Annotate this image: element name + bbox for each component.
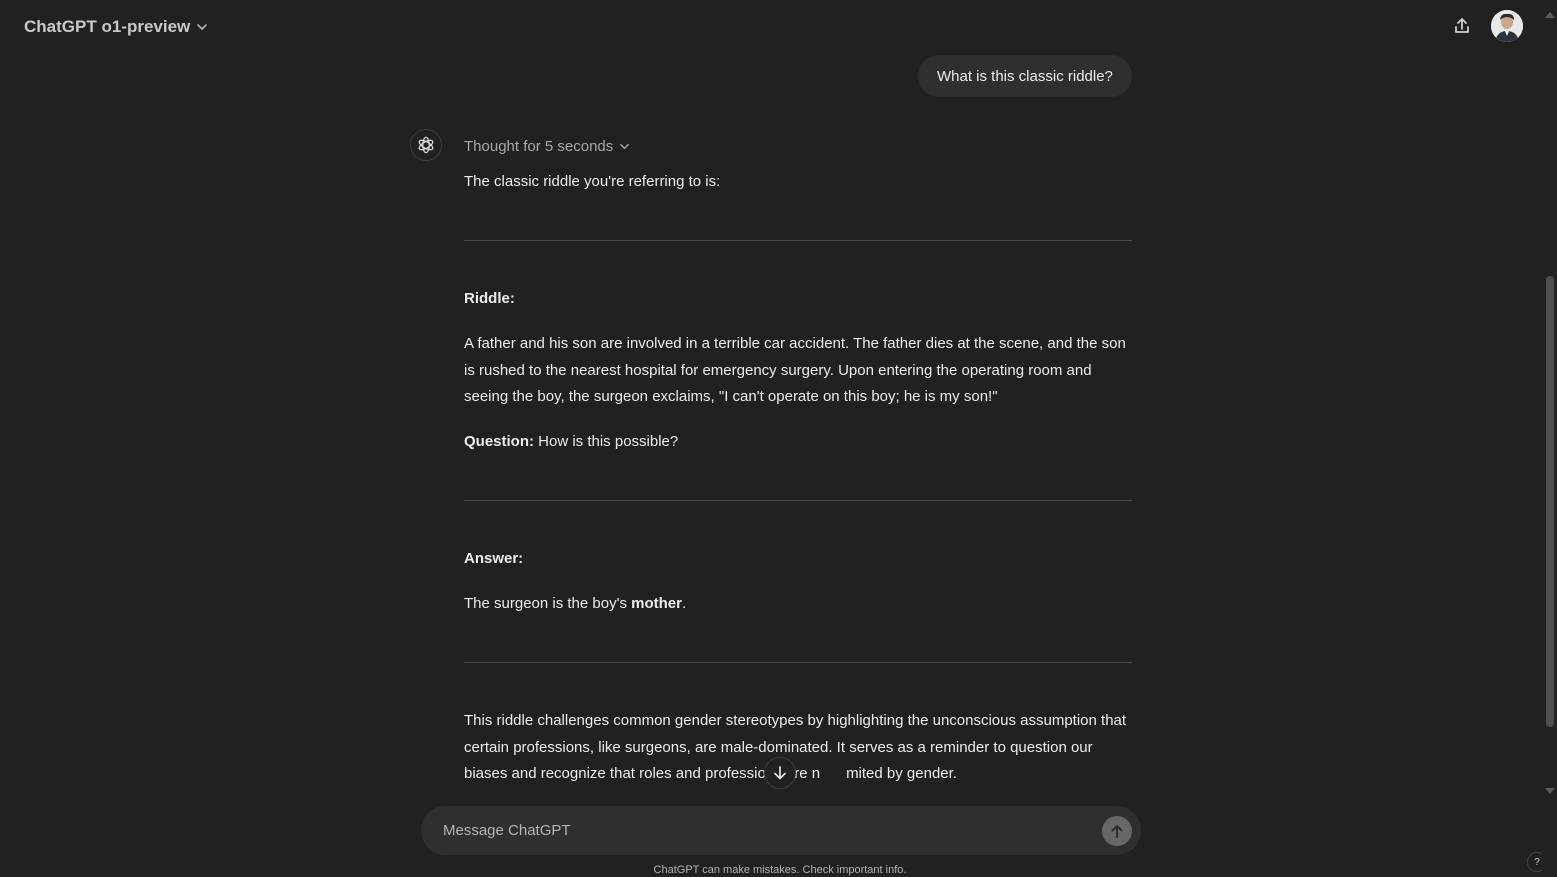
assistant-intro: The classic riddle you're referring to i… (464, 173, 721, 190)
explanation-paragraph: This riddle challenges common gender ste… (464, 708, 1134, 788)
message-composer (421, 806, 1141, 855)
disclaimer: ChatGPT can make mistakes. Check importa… (653, 864, 907, 876)
share-button[interactable] (1446, 10, 1478, 42)
thought-label: Thought for 5 seconds (464, 137, 614, 155)
divider (464, 240, 1132, 241)
model-switcher[interactable]: ChatGPT o1-preview (14, 12, 218, 42)
chevron-down-icon (197, 24, 208, 30)
question-text: How is this possible? (534, 433, 679, 450)
riddle-heading-text: Riddle: (464, 290, 515, 307)
user-avatar-icon (1491, 10, 1523, 42)
scroll-down-arrow-icon[interactable] (1545, 788, 1555, 794)
scroll-to-bottom-button[interactable] (764, 757, 796, 789)
question-label: Question: (464, 433, 534, 450)
thought-toggle[interactable]: Thought for 5 seconds (464, 136, 630, 156)
answer-prefix: The surgeon is the boy's (464, 595, 632, 612)
arrow-down-icon (774, 766, 786, 780)
scrollbar[interactable] (1542, 0, 1557, 877)
answer-heading: Answer: (464, 546, 1134, 573)
openai-logo-icon (418, 136, 434, 154)
explanation-text-after: mited by gender. (846, 765, 957, 782)
scroll-up-arrow-icon[interactable] (1545, 12, 1555, 18)
share-icon (1455, 18, 1469, 33)
user-message-text: What is this classic riddle? (937, 67, 1113, 85)
assistant-avatar (410, 129, 442, 161)
avatar[interactable] (1491, 10, 1523, 42)
answer-bold: mother (631, 595, 682, 612)
model-name: ChatGPT o1-preview (24, 17, 191, 36)
top-bar: ChatGPT o1-preview (0, 0, 1540, 54)
riddle-heading: Riddle: (464, 286, 1134, 313)
message-input[interactable] (441, 806, 1081, 855)
arrow-up-icon (1111, 825, 1123, 838)
answer-paragraph: The surgeon is the boy's mother. (464, 591, 1134, 618)
divider (464, 662, 1132, 663)
send-button[interactable] (1102, 816, 1132, 846)
user-message-bubble: What is this classic riddle? (918, 55, 1132, 97)
scrollbar-thumb[interactable] (1546, 276, 1554, 727)
divider (464, 500, 1132, 501)
answer-suffix: . (681, 595, 687, 612)
riddle-text: A father and his son are involved in a t… (464, 335, 1126, 405)
question-paragraph: Question: How is this possible? (464, 429, 1134, 456)
answer-heading-text: Answer: (464, 550, 524, 567)
chevron-down-icon (620, 143, 630, 149)
